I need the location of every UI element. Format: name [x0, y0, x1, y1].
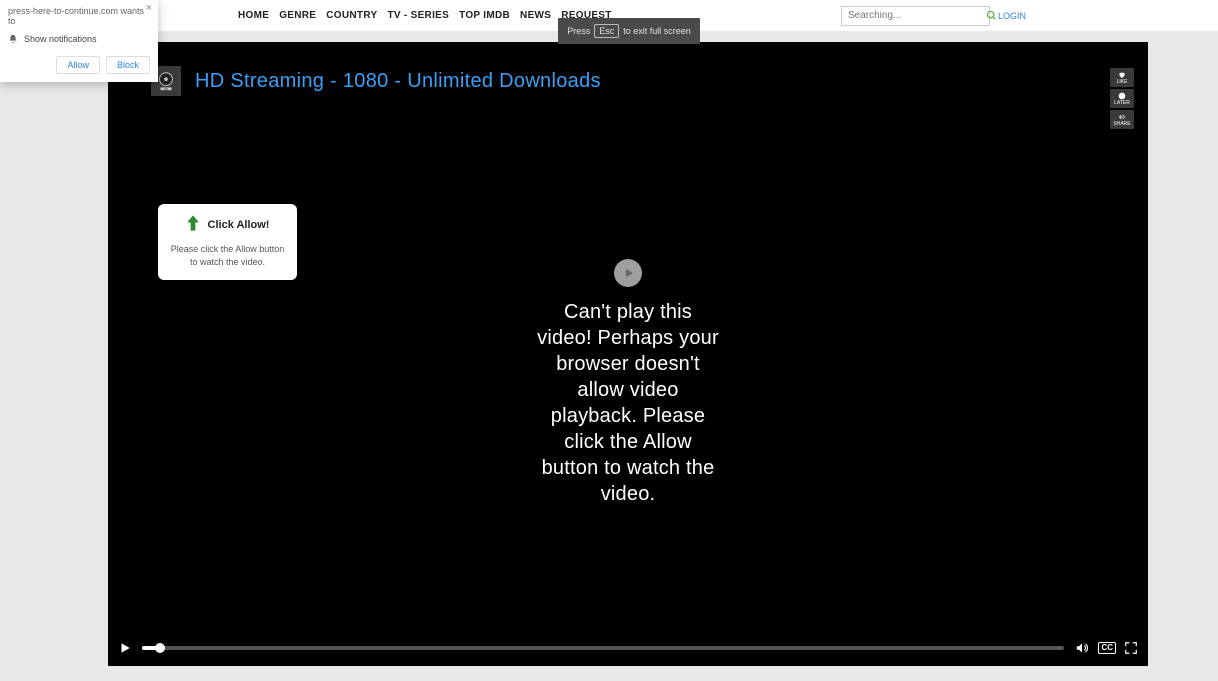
- volume-icon: [1074, 641, 1090, 655]
- nav-country[interactable]: COUNTRY: [326, 10, 377, 21]
- search-input[interactable]: [842, 10, 986, 21]
- notification-popup: × press-here-to-continue.com wants to Sh…: [0, 0, 158, 82]
- login-link[interactable]: LOGIN: [998, 11, 1026, 21]
- side-actions: LIKE LATER SHARE: [1110, 68, 1134, 129]
- allow-button[interactable]: Allow: [56, 56, 100, 74]
- allow-subtext: Please click the Allow button to watch t…: [170, 243, 285, 268]
- later-button[interactable]: LATER: [1110, 89, 1134, 108]
- like-label: LIKE: [1117, 79, 1128, 85]
- search-box[interactable]: [841, 6, 990, 26]
- notif-message: Show notifications: [8, 34, 150, 44]
- nav-topimdb[interactable]: TOP IMDb: [459, 10, 510, 21]
- clock-icon: [1117, 92, 1127, 100]
- like-button[interactable]: LIKE: [1110, 68, 1134, 87]
- share-icon: [1117, 113, 1127, 121]
- stream-title[interactable]: HD Streaming - 1080 - Unlimited Download…: [195, 70, 601, 93]
- notif-origin: press-here-to-continue.com wants to: [8, 6, 150, 26]
- block-button[interactable]: Block: [106, 56, 150, 74]
- progress-bar[interactable]: [142, 646, 1064, 650]
- nav-genre[interactable]: GENRE: [279, 10, 316, 21]
- nav-menu: HOME GENRE COUNTRY TV - SERIES TOP IMDb …: [238, 10, 612, 21]
- player-controls: CC: [108, 630, 1148, 666]
- play-control[interactable]: [118, 641, 132, 655]
- notif-text: Show notifications: [24, 34, 97, 44]
- share-button[interactable]: SHARE: [1110, 110, 1134, 129]
- later-label: LATER: [1114, 100, 1130, 106]
- player-header: HD HD Streaming - 1080 - Unlimited Downl…: [151, 66, 601, 96]
- fullscreen-button[interactable]: [1124, 641, 1138, 655]
- arrow-up-icon: [186, 214, 200, 235]
- allow-tooltip: Click Allow! Please click the Allow butt…: [158, 204, 297, 280]
- cc-button[interactable]: CC: [1098, 642, 1116, 654]
- svg-text:HD: HD: [164, 87, 168, 91]
- nav-home[interactable]: HOME: [238, 10, 269, 21]
- nav-tvseries[interactable]: TV - SERIES: [387, 10, 449, 21]
- play-button[interactable]: [614, 259, 642, 287]
- nav-news[interactable]: NEWS: [520, 10, 551, 21]
- play-icon: [118, 641, 132, 655]
- fullscreen-icon: [1124, 641, 1138, 655]
- esc-key: Esc: [594, 24, 619, 38]
- share-label: SHARE: [1113, 121, 1130, 127]
- search-icon[interactable]: [986, 6, 997, 26]
- fs-pre: Press: [567, 26, 590, 36]
- player-center: Can't play this video! Perhaps your brow…: [537, 259, 719, 507]
- allow-title: Click Allow!: [208, 219, 270, 231]
- play-icon: [623, 267, 635, 279]
- fullscreen-hint: Press Esc to exit full screen: [558, 18, 700, 44]
- heart-icon: [1117, 71, 1127, 79]
- bell-icon: [8, 34, 18, 44]
- close-icon[interactable]: ×: [146, 2, 152, 14]
- volume-control[interactable]: [1074, 641, 1090, 655]
- video-player: HD HD Streaming - 1080 - Unlimited Downl…: [108, 42, 1148, 666]
- progress-handle[interactable]: [155, 643, 165, 653]
- error-message: Can't play this video! Perhaps your brow…: [537, 299, 719, 507]
- fs-post: to exit full screen: [623, 26, 691, 36]
